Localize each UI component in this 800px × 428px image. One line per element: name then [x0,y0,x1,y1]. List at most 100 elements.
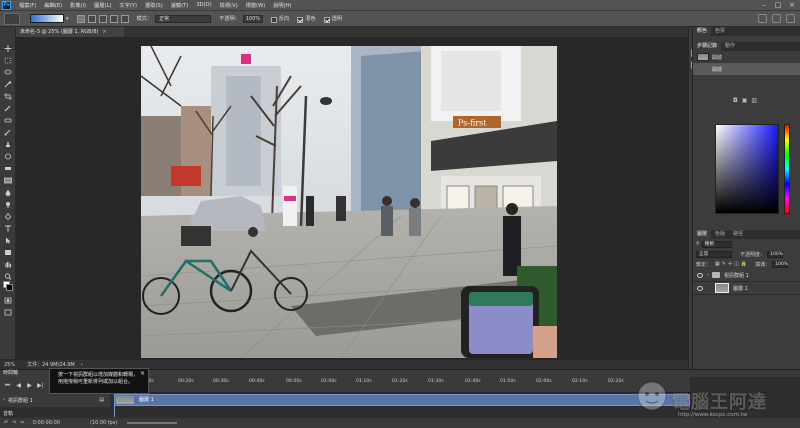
menu-help[interactable]: 說明(H) [269,2,295,9]
menu-filter[interactable]: 濾鏡(T) [167,2,193,9]
timeline-ruler[interactable]: 00:10s 00:20s 00:30s 00:40s 00:50s 01:00… [110,377,690,393]
eye-icon[interactable] [697,272,703,278]
prev-frame-icon[interactable]: ◀ [15,382,22,389]
layer-row-group[interactable]: › 視訊群組 1 [693,269,800,282]
rectangle-tool-icon[interactable] [4,249,12,256]
chevron-right-icon[interactable]: › [3,397,5,403]
tab-swatches[interactable]: 色票 [711,27,729,36]
chevron-down-icon[interactable]: ▾ [66,16,69,22]
tool-preset-picker[interactable] [4,12,20,25]
linear-gradient-icon[interactable] [76,14,85,23]
workspace-icon[interactable] [772,14,781,23]
hand-tool-icon[interactable] [4,261,12,268]
menu-edit[interactable]: 編輯(E) [40,2,66,9]
menu-image[interactable]: 影像(I) [66,2,90,9]
close-window-icon[interactable]: × [788,1,796,9]
scissors-icon[interactable]: ✂ [20,420,24,426]
eye-icon[interactable] [697,285,703,291]
trash-icon[interactable]: ▥ [751,97,761,104]
history-brush-tool-icon[interactable] [4,153,12,160]
close-icon[interactable]: × [140,370,145,377]
diamond-gradient-icon[interactable] [120,14,129,23]
history-snapshot[interactable]: 開啟 [693,51,800,63]
kind-filter-select[interactable]: 種類 [701,240,732,248]
tab-channels[interactable]: 色版 [711,230,729,239]
color-panel-tabs: 顏色 色票 [693,27,800,36]
healing-brush-tool-icon[interactable] [4,117,12,124]
maximize-icon[interactable]: □ [774,1,782,9]
background-color-swatch[interactable] [6,284,13,291]
mode-select[interactable]: 正常 [155,14,212,23]
video-group-track[interactable]: › 視訊群組 1 ▤ [0,393,110,407]
redo-icon[interactable]: ↷ [12,420,16,426]
share-icon[interactable] [786,14,795,23]
zoom-level[interactable]: 25% [4,362,15,368]
clone-stamp-tool-icon[interactable] [4,141,12,148]
minimize-icon[interactable]: – [760,1,768,9]
screen-mode-icon[interactable] [4,309,12,316]
transparency-label: 透明 [331,16,343,22]
quick-mask-icon[interactable] [4,297,12,304]
reverse-checkbox[interactable] [270,16,277,23]
dither-checkbox[interactable] [297,16,304,23]
close-icon[interactable]: × [102,29,106,35]
video-clip[interactable]: 圖層 1 [114,394,690,406]
tab-paths[interactable]: 路徑 [729,230,747,239]
search-icon[interactable] [758,14,767,23]
pen-tool-icon[interactable] [4,213,12,220]
menu-3d[interactable]: 3D(D) [192,2,215,8]
opacity-input[interactable]: 100% [242,14,263,23]
fill-input[interactable]: 100% [772,260,788,268]
document-tab[interactable]: 未命名-3 @ 25% (圖層 1, RGB/8) × [16,27,124,37]
canvas-area[interactable]: Ps-first [16,37,688,359]
tab-layers[interactable]: 圖層 [693,230,712,239]
menu-type[interactable]: 文字(Y) [115,2,141,9]
chevron-right-icon[interactable]: › [81,362,83,368]
audio-track-label[interactable]: 音軌 [0,410,13,417]
play-icon[interactable]: ▶ [26,382,33,389]
angle-gradient-icon[interactable] [98,14,107,23]
move-tool-icon[interactable] [4,45,12,52]
tab-history[interactable]: 步驟記錄 [693,42,722,51]
zoom-tool-icon[interactable] [4,273,12,280]
quick-select-tool-icon[interactable] [4,81,12,88]
lock-icons[interactable]: ▦✎✛◫🔒 [715,261,749,267]
tick-label: 00:20s [178,379,194,384]
blur-tool-icon[interactable] [4,189,12,196]
menu-select[interactable]: 選取(S) [141,2,167,9]
menu-file[interactable]: 檔案(F) [15,2,40,9]
transparency-checkbox[interactable] [323,16,330,23]
lasso-tool-icon[interactable] [4,69,12,76]
color-picker-field[interactable] [715,124,779,214]
radial-gradient-icon[interactable] [87,14,96,23]
tab-color[interactable]: 顏色 [693,27,712,36]
gradient-picker[interactable] [30,14,64,23]
tab-actions[interactable]: 動作 [721,42,739,51]
brush-tool-icon[interactable] [4,129,12,136]
film-icon[interactable]: ▤ [99,397,104,403]
first-frame-icon[interactable]: ⏮ [4,382,11,389]
undo-icon[interactable]: ↶ [4,420,8,426]
eyedropper-tool-icon[interactable] [4,105,12,112]
marquee-tool-icon[interactable] [4,57,12,64]
menu-layer[interactable]: 圖層(L) [90,2,115,9]
layer-opacity-input[interactable]: 100% [767,250,783,258]
camera-icon[interactable]: ◘ [733,97,742,104]
eraser-tool-icon[interactable] [4,165,12,172]
gradient-tool-icon[interactable] [4,177,12,184]
chevron-right-icon[interactable]: › [707,272,709,278]
hue-slider[interactable] [784,124,790,214]
crop-tool-icon[interactable] [4,93,12,100]
blend-mode-select[interactable]: 正常 [696,250,732,258]
reflected-gradient-icon[interactable] [109,14,118,23]
layer-row-layer[interactable]: 圖層 1 [693,282,800,295]
menu-view[interactable]: 檢視(V) [216,2,242,9]
dodge-tool-icon[interactable] [4,201,12,208]
menu-window[interactable]: 視窗(W) [242,2,270,9]
zoom-slider[interactable] [127,422,178,424]
type-tool-icon[interactable] [4,225,12,232]
next-frame-icon[interactable]: ▶| [37,382,44,389]
new-document-icon[interactable]: ▣ [742,97,752,104]
history-step[interactable]: 開啟 [693,63,800,75]
path-selection-tool-icon[interactable] [4,237,12,244]
